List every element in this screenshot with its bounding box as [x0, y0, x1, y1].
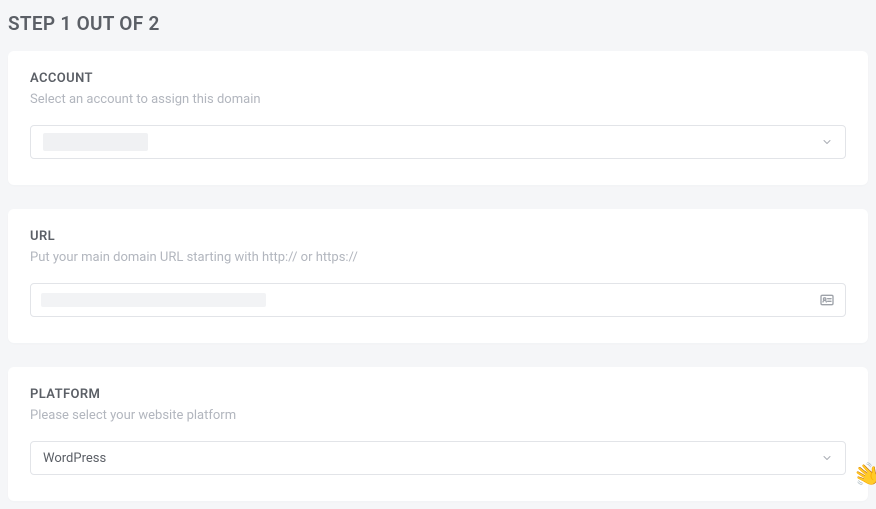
account-subtitle: Select an account to assign this domain: [30, 92, 846, 107]
platform-title: PLATFORM: [30, 387, 846, 402]
url-subtitle: Put your main domain URL starting with h…: [30, 250, 846, 265]
platform-card: PLATFORM Please select your website plat…: [8, 367, 868, 501]
url-value: [41, 293, 266, 307]
id-card-icon: [819, 292, 835, 308]
account-card: ACCOUNT Select an account to assign this…: [8, 51, 868, 185]
account-select[interactable]: [30, 125, 846, 159]
platform-subtitle: Please select your website platform: [30, 408, 846, 423]
chevron-down-icon: [821, 452, 833, 464]
chevron-down-icon: [821, 136, 833, 148]
platform-select[interactable]: WordPress: [30, 441, 846, 475]
page-title: STEP 1 OUT OF 2: [0, 0, 876, 51]
platform-selected-value: WordPress: [43, 451, 106, 466]
url-input[interactable]: [30, 283, 846, 317]
account-title: ACCOUNT: [30, 71, 846, 86]
url-title: URL: [30, 229, 846, 244]
url-card: URL Put your main domain URL starting wi…: [8, 209, 868, 343]
account-selected-value: [43, 133, 148, 151]
